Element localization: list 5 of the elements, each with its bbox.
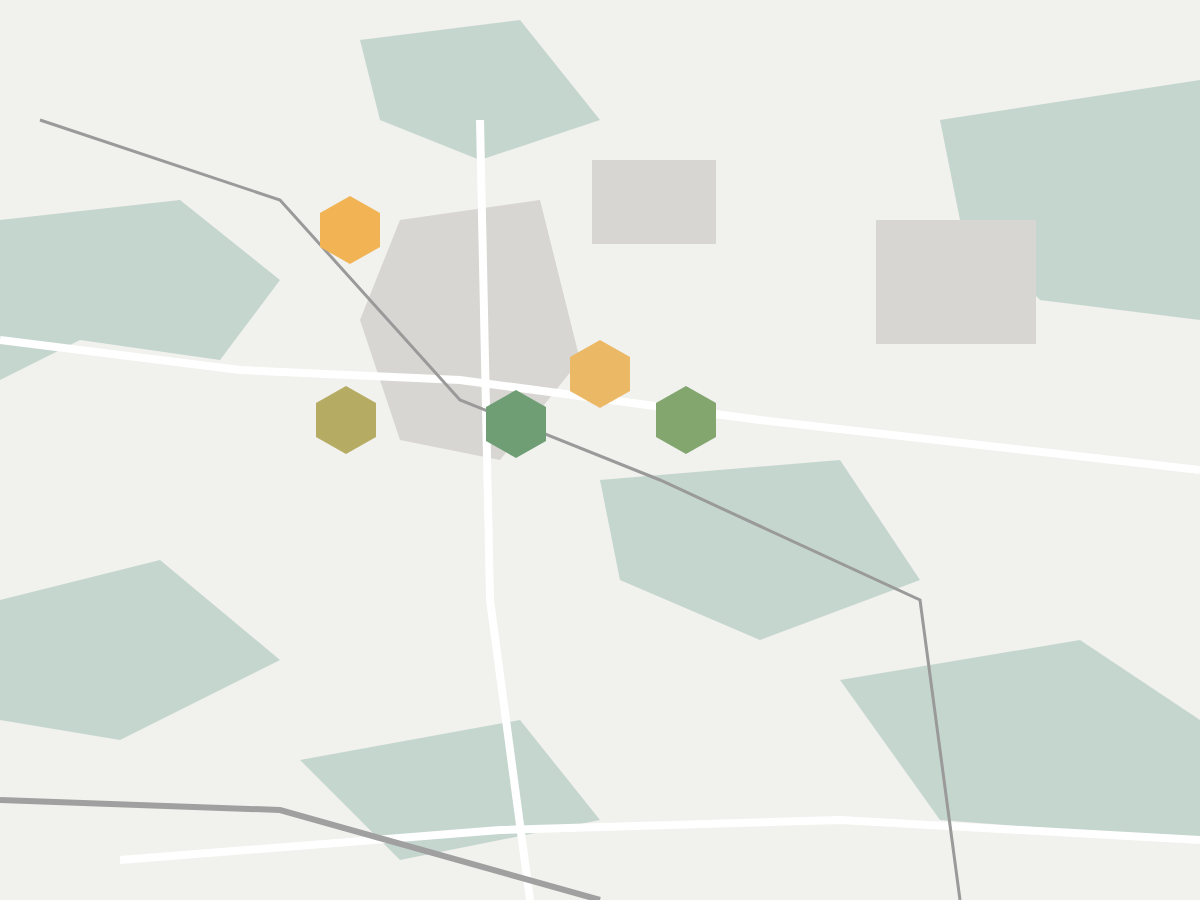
hexagon-marker[interactable] bbox=[486, 390, 546, 458]
hexagon-marker[interactable] bbox=[570, 340, 630, 408]
hexagon-marker[interactable] bbox=[656, 386, 716, 454]
hexagon-marker[interactable] bbox=[320, 196, 380, 264]
hexagon-marker[interactable] bbox=[316, 386, 376, 454]
